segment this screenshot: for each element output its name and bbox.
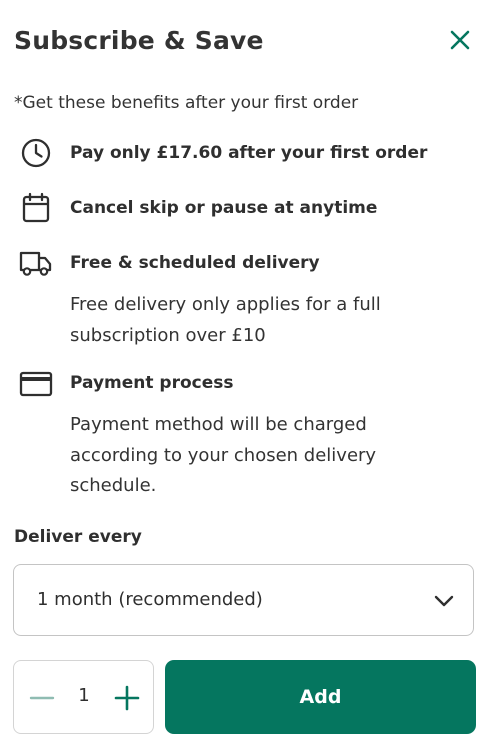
subscribe-save-panel: Subscribe & Save *Get these benefits aft… xyxy=(0,0,489,743)
add-button[interactable]: Add xyxy=(165,660,476,734)
decrease-quantity-button[interactable] xyxy=(29,685,55,711)
benefit-title-cancel: Cancel skip or pause at anytime xyxy=(70,198,378,218)
delivery-truck-icon xyxy=(19,246,53,280)
close-icon xyxy=(450,30,470,50)
calendar-icon xyxy=(19,191,53,225)
credit-card-icon xyxy=(19,366,53,400)
plus-icon xyxy=(114,685,140,711)
chevron-down-icon xyxy=(434,595,454,607)
benefits-note: *Get these benefits after your first ord… xyxy=(14,93,359,113)
minus-icon xyxy=(29,696,55,700)
page-title: Subscribe & Save xyxy=(14,26,264,55)
benefit-title-delivery: Free & scheduled delivery xyxy=(70,253,320,273)
benefit-title-payment: Payment process xyxy=(70,373,234,393)
benefit-title-price: Pay only £17.60 after your first order xyxy=(70,143,428,163)
benefit-description-delivery: Free delivery only applies for a full su… xyxy=(70,294,381,346)
delivery-frequency-value: 1 month (recommended) xyxy=(37,589,263,610)
quantity-stepper: 1 xyxy=(13,660,154,734)
deliver-every-label: Deliver every xyxy=(14,527,142,547)
quantity-value[interactable]: 1 xyxy=(69,685,99,706)
clock-icon xyxy=(19,136,53,170)
close-button[interactable] xyxy=(446,26,474,54)
increase-quantity-button[interactable] xyxy=(114,685,140,711)
delivery-frequency-select[interactable]: 1 month (recommended) xyxy=(13,564,474,636)
benefit-description-payment: Payment method will be charged according… xyxy=(70,414,377,496)
